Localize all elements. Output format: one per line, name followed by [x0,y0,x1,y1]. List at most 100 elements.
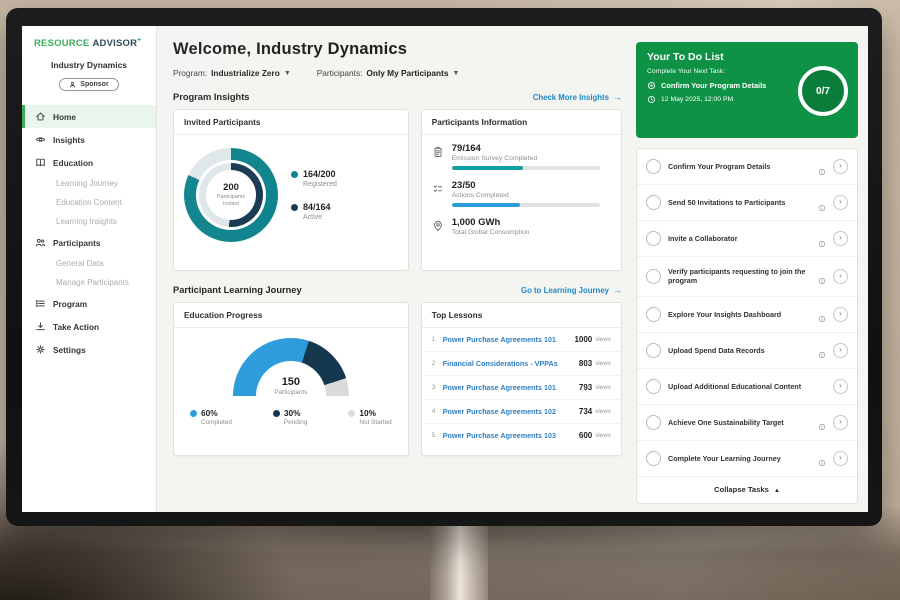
sponsor-badge[interactable]: Sponsor [59,78,118,91]
invited-donut-ring-inner: 200 Participants Invited [199,163,263,227]
todo-item-explore-insights[interactable]: Explore Your Insights Dashboard › [637,297,857,333]
todo-item-invite-collaborator[interactable]: Invite a Collaborator › [637,221,857,257]
chevron-right-icon[interactable]: › [833,415,848,430]
navy-dot-icon [273,410,280,417]
legend-item-registered: 164/200 Registered [291,169,337,188]
actions-completed-row: 23/50 Actions Completed [422,172,621,209]
todo-item-verify-participants[interactable]: Verify participants requesting to join t… [637,257,857,297]
task-checkbox[interactable] [646,269,661,284]
task-label: Send 50 Invitations to Participants [668,198,811,207]
task-checkbox[interactable] [646,195,661,210]
chevron-down-icon: ▼ [284,70,291,77]
chevron-right-icon[interactable]: › [833,343,848,358]
blue-dot-icon [190,410,197,417]
todo-item-send-invitations[interactable]: Send 50 Invitations to Participants › [637,185,857,221]
gray-dot-icon [348,410,355,417]
sidebar-nav: Home Insights Education Learning Journey… [22,105,156,361]
task-checkbox[interactable] [646,379,661,394]
info-icon [818,454,826,462]
chevron-right-icon[interactable]: › [833,379,848,394]
program-insights-header: Program Insights Check More Insights → [173,92,622,102]
sidebar-item-label: Take Action [53,322,99,332]
sidebar-item-insights[interactable]: Insights [22,128,156,151]
sidebar-item-general-data[interactable]: General Data [22,254,156,273]
info-icon [818,235,826,243]
task-checkbox[interactable] [646,415,661,430]
task-checkbox[interactable] [646,307,661,322]
program-insights-title: Program Insights [173,92,249,102]
lesson-link[interactable]: Financial Considerations - VPPAs [443,359,579,368]
sidebar-item-education-content[interactable]: Education Content [22,193,156,212]
gauge-center-value: 150 [233,377,349,388]
lesson-row: 1 Power Purchase Agreements 101 1000 vie… [422,328,621,352]
check-more-insights-label: Check More Insights [533,93,609,102]
registered-value: 164/200 [303,169,336,179]
participants-filter-value[interactable]: Only My Participants [366,68,448,78]
sidebar-item-participants[interactable]: Participants [22,231,156,254]
global-consumption-value: 1,000 GWh [452,217,530,228]
education-gauge-chart: 150 Participants [233,338,349,396]
sidebar-item-education[interactable]: Education [22,151,156,174]
participants-filter[interactable]: Participants: Only My Participants ▼ [317,68,460,78]
chevron-right-icon[interactable]: › [833,269,848,284]
program-filter-value[interactable]: Industrialize Zero [211,68,280,78]
pending-pct: 30% [284,408,301,418]
list-icon [35,298,46,309]
lesson-link[interactable]: Power Purchase Agreements 101 [443,383,579,392]
task-checkbox[interactable] [646,159,661,174]
go-to-learning-journey-link[interactable]: Go to Learning Journey → [521,285,622,295]
sidebar-item-home[interactable]: Home [22,105,156,128]
sidebar: RESOURCEADVISOR+ Industry Dynamics Spons… [22,26,157,512]
lesson-link[interactable]: Power Purchase Agreements 103 [443,431,579,440]
task-checkbox[interactable] [646,231,661,246]
todo-item-upload-spend-data[interactable]: Upload Spend Data Records › [637,333,857,369]
lesson-link[interactable]: Power Purchase Agreements 101 [443,335,575,344]
lesson-rank: 1 [432,336,443,343]
invited-donut-chart: 200 Participants Invited [184,148,278,242]
chevron-right-icon[interactable]: › [833,231,848,246]
teal-dot-icon [291,171,298,178]
chevron-right-icon[interactable]: › [833,195,848,210]
lesson-rank: 2 [432,360,443,367]
task-label: Complete Your Learning Journey [668,454,811,463]
info-icon [818,199,826,207]
todo-next-task: Confirm Your Program Details [661,81,766,90]
program-filter[interactable]: Program: Industrialize Zero ▼ [173,68,291,78]
sidebar-item-program[interactable]: Program [22,292,156,315]
todo-list-card: Confirm Your Program Details › Send 50 I… [636,148,858,504]
lesson-views-suffix: views [595,384,611,391]
collapse-tasks-button[interactable]: Collapse Tasks ▲ [637,477,857,503]
chevron-right-icon[interactable]: › [833,159,848,174]
task-checkbox[interactable] [646,451,661,466]
sidebar-item-label: Settings [53,345,86,355]
chevron-right-icon[interactable]: › [833,451,848,466]
sidebar-item-learning-journey[interactable]: Learning Journey [22,174,156,193]
education-gauge-legend: 60% Completed 30% Pending 10% Not Starte… [174,396,408,426]
todo-item-confirm-program[interactable]: Confirm Your Program Details › [637,149,857,185]
todo-item-upload-educational-content[interactable]: Upload Additional Educational Content › [637,369,857,405]
sidebar-item-manage-participants[interactable]: Manage Participants [22,273,156,292]
todo-item-complete-learning-journey[interactable]: Complete Your Learning Journey › [637,441,857,477]
lesson-views: 1000 [574,335,592,344]
registered-label: Registered [303,181,337,188]
chevron-right-icon[interactable]: › [833,307,848,322]
app-logo: RESOURCEADVISOR+ [22,26,156,49]
todo-progress-ring: 0/7 [798,66,848,116]
sidebar-item-take-action[interactable]: Take Action [22,315,156,338]
task-checkbox[interactable] [646,343,661,358]
todo-title: Your To Do List [647,51,847,63]
lesson-row: 3 Power Purchase Agreements 101 793 view… [422,376,621,400]
education-progress-card: Education Progress 150 Participants 60% [173,302,409,456]
participants-information-card: Participants Information 79/164 Emission… [421,109,622,271]
check-more-insights-link[interactable]: Check More Insights → [533,92,622,102]
lesson-views-suffix: views [595,432,611,439]
location-pin-icon [432,219,444,231]
emission-survey-value: 79/164 [452,143,600,154]
not-started-label: Not Started [359,419,391,426]
sidebar-item-learning-insights[interactable]: Learning Insights [22,212,156,231]
dashboard-screen: RESOURCEADVISOR+ Industry Dynamics Spons… [22,26,868,512]
lesson-rank: 3 [432,384,443,391]
todo-item-achieve-target[interactable]: Achieve One Sustainability Target › [637,405,857,441]
lesson-link[interactable]: Power Purchase Agreements 102 [443,407,579,416]
sidebar-item-settings[interactable]: Settings [22,338,156,361]
